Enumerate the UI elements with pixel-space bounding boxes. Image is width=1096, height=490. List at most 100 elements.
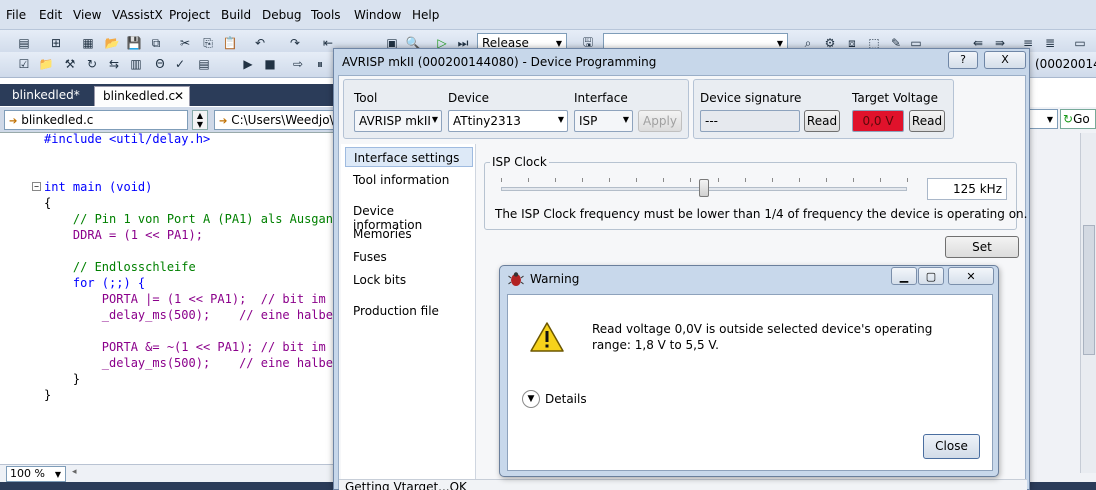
help-button[interactable]: ? [948, 51, 978, 69]
bug-icon [508, 272, 524, 286]
nav-memories[interactable]: Memories [345, 224, 473, 244]
add-existing-icon[interactable]: ▦ [80, 35, 96, 51]
checklist-icon[interactable]: ☑ [16, 56, 32, 72]
chart-icon[interactable]: ▥ [128, 56, 144, 72]
tools-icon[interactable]: ⚒ [62, 56, 78, 72]
nav-tool-information[interactable]: Tool information [345, 170, 473, 190]
close-button[interactable]: Close [923, 434, 980, 459]
isp-clock-slider-thumb[interactable] [699, 179, 709, 197]
isp-clock-group: ISP Clock 125 kHz The ISP Clock frequenc… [484, 155, 1027, 230]
menu-help[interactable]: Help [412, 8, 439, 22]
menu-tools[interactable]: Tools [311, 8, 341, 22]
scroll-left-icon[interactable]: ◂ [72, 467, 77, 477]
scrollbar-thumb[interactable] [1083, 225, 1095, 355]
go-label: Go [1073, 112, 1090, 126]
nav-production-file[interactable]: Production file [345, 301, 473, 321]
isp-clock-frequency-input[interactable]: 125 kHz [927, 178, 1007, 200]
go-icon: ↻ [1063, 112, 1074, 126]
slider-tick [663, 178, 664, 182]
refresh-icon[interactable]: ↻ [84, 56, 100, 72]
copy-icon[interactable]: ⎘ [200, 35, 216, 51]
code-line: PORTA &= ~(1 << PA1); // bit im Po [44, 340, 348, 354]
reference-icon[interactable]: ⇆ [106, 56, 122, 72]
read-voltage-button[interactable]: Read [909, 110, 945, 132]
scope-spinner[interactable]: ▲ ▼ [192, 110, 208, 130]
interface-select[interactable]: ISP ▼ [574, 110, 633, 132]
slider-tick [853, 178, 854, 182]
menu-vassistx[interactable]: VAssistX [112, 8, 163, 22]
arrow-right-icon: ➔ [9, 116, 18, 127]
code-line: #include <util/delay.h> [44, 132, 210, 146]
menu-debug[interactable]: Debug [262, 8, 301, 22]
vertical-scrollbar[interactable] [1080, 133, 1096, 473]
nav-fuses[interactable]: Fuses [345, 247, 473, 267]
close-icon[interactable]: ✕ [174, 89, 184, 103]
settings-navigation: Interface settings Tool information Devi… [341, 144, 476, 488]
undo-icon[interactable]: ↶ [252, 35, 268, 51]
window-close-button[interactable]: ✕ [948, 267, 994, 285]
add-item-icon[interactable]: ⊞ [48, 35, 64, 51]
nav-lock-bits[interactable]: Lock bits [345, 270, 473, 290]
chevron-down-icon: ▼ [54, 469, 62, 479]
chevron-down-icon: ▼ [622, 115, 629, 124]
chevron-down-icon: ▼ [557, 115, 564, 124]
code-editor[interactable]: #include <util/delay.h> − int main (void… [0, 132, 347, 464]
go-button[interactable]: ↻Go [1060, 109, 1096, 129]
code-line: } [44, 372, 81, 386]
maximize-button[interactable]: ▢ [918, 267, 944, 285]
device-signature-field: --- [700, 110, 800, 132]
slider-tick [636, 178, 637, 182]
details-expander[interactable]: ▼ Details [522, 389, 587, 409]
symbol-scope-select[interactable]: ➔ C:\Users\Weedjo\ [214, 110, 336, 130]
options-icon[interactable]: ▤ [196, 56, 212, 72]
redo-icon[interactable]: ↷ [287, 35, 303, 51]
file-scope-select[interactable]: ➔ blinkedled.c [4, 110, 188, 130]
step-into-icon[interactable]: ⇨ [290, 56, 306, 72]
document-tabs: blinkedled* blinkedled.c ✕ [0, 84, 336, 106]
slider-tick [799, 178, 800, 182]
uncomment-icon[interactable]: ≣ [1042, 35, 1058, 51]
minimize-icon: ▁ [899, 269, 909, 283]
continue-icon[interactable]: ▶ [240, 56, 256, 72]
window-icon[interactable]: ▭ [1072, 35, 1088, 51]
folder-icon[interactable]: 📁 [38, 56, 54, 72]
device-select[interactable]: ATtiny2313 ▼ [448, 110, 568, 132]
symbol-icon[interactable]: Θ [152, 56, 168, 72]
menu-build[interactable]: Build [221, 8, 251, 22]
minimize-button[interactable]: ▁ [891, 267, 917, 285]
new-project-icon[interactable]: ▤ [16, 35, 32, 51]
save-icon[interactable]: 💾 [126, 35, 142, 51]
right-select[interactable]: ▼ [1028, 109, 1058, 129]
nav-interface-settings[interactable]: Interface settings [345, 147, 473, 167]
tool-select[interactable]: AVRISP mkII ▼ [354, 110, 442, 132]
slider-tick [690, 178, 691, 182]
apply-button[interactable]: Apply [638, 110, 682, 132]
stop-icon[interactable]: ■ [262, 56, 278, 72]
tab-blinkedled[interactable]: blinkedled* [4, 86, 88, 106]
menu-project[interactable]: Project [169, 8, 210, 22]
set-button[interactable]: Set [945, 236, 1019, 258]
spell-check-icon[interactable]: ✓ [172, 56, 188, 72]
tab-blinkedled-c[interactable]: blinkedled.c ✕ [94, 86, 190, 106]
cut-icon[interactable]: ✂ [177, 35, 193, 51]
details-label: Details [545, 392, 587, 406]
zoom-select[interactable]: 100 % ▼ [6, 466, 66, 482]
step-over-icon[interactable]: ⏸ [312, 56, 328, 72]
menu-view[interactable]: View [73, 8, 101, 22]
code-line: } [44, 388, 52, 402]
open-file-icon[interactable]: 📂 [104, 35, 120, 51]
interface-value: ISP [579, 114, 598, 128]
menu-file[interactable]: File [6, 8, 26, 22]
warning-body: Read voltage 0,0V is outside selected de… [507, 294, 993, 471]
nav-device-information[interactable]: Device information [345, 201, 473, 232]
menu-edit[interactable]: Edit [39, 8, 62, 22]
read-signature-button[interactable]: Read [804, 110, 840, 132]
collapse-icon[interactable]: − [32, 182, 41, 191]
arrow-right-icon: ➔ [219, 116, 228, 127]
chevron-down-icon: ▼ [522, 390, 540, 408]
isp-clock-legend: ISP Clock [490, 155, 549, 169]
dialog-close-button[interactable]: X [984, 51, 1026, 69]
menu-window[interactable]: Window [354, 8, 401, 22]
paste-icon[interactable]: 📋 [222, 35, 238, 51]
save-all-icon[interactable]: ⧉ [148, 35, 164, 51]
